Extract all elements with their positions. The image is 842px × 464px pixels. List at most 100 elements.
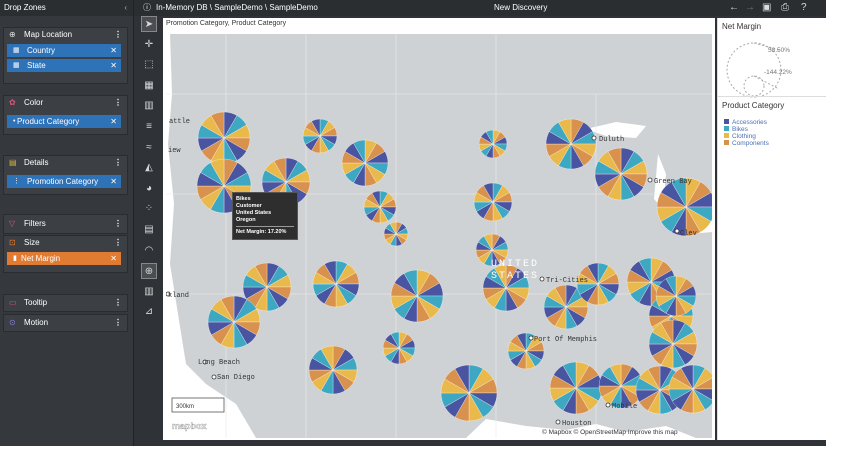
city-dot [211,374,217,380]
pie-marker[interactable] [594,147,648,201]
close-icon[interactable]: ✕ [110,252,117,265]
section-details: ▤ Details ⋮ ⋮ Promotion Category ✕ [3,155,128,195]
legend-item[interactable]: Accessories [724,119,767,126]
pie-marker[interactable] [308,345,358,395]
city-label: Houston [562,420,591,428]
section-label: Size [24,238,40,247]
pie-marker[interactable] [440,364,498,422]
gauge-icon[interactable]: ◠ [141,243,157,259]
line-chart-icon[interactable]: ≈ [141,140,157,156]
field-pill-promotion-category[interactable]: ⋮ Promotion Category ✕ [7,175,121,188]
legend-item[interactable]: Components [724,140,769,147]
drop-zones-header: Drop Zones ‹ [0,0,133,16]
close-icon[interactable]: ✕ [110,59,117,72]
size-circle-min [743,75,765,97]
attribution[interactable]: © Mapbox © OpenStreetMap Improve this ma… [542,428,678,436]
grid-icon[interactable]: ▦ [141,78,157,94]
pie-marker[interactable] [341,139,389,187]
section-title: ⊕ Map Location ⋮ [4,28,127,42]
section-title: ⊙ Motion ⋮ [4,315,127,331]
more-icon[interactable]: ⋮ [114,156,122,170]
page-title: New Discovery [494,3,548,12]
breadcrumb: In-Memory DB \ SampleDemo \ SampleDemo [156,3,318,12]
select-tool-icon[interactable]: ➤ [141,16,157,32]
more-icon[interactable]: ⋮ [114,315,122,331]
more-icon[interactable]: ⋮ [114,96,122,110]
redo-icon[interactable]: → [745,0,755,16]
section-tooltip: ▭ Tooltip ⋮ [3,294,128,312]
pie-marker[interactable] [363,190,397,224]
field-pill-net-margin[interactable]: ▮ Net Margin ✕ [7,252,121,265]
scatter-icon[interactable]: ⁘ [141,201,157,217]
more-icon[interactable]: ⋮ [114,215,122,233]
city-label: San Diego [217,374,255,382]
city-dot [539,276,545,282]
pie-tooltip: Bikes Customer United States Oregon Net … [232,192,298,240]
undo-icon[interactable]: ← [729,0,739,16]
drop-zones-title: Drop Zones [4,3,46,12]
city-dot [605,402,611,408]
legend-label: Accessories [732,119,768,126]
city-dot [674,228,680,234]
pie-marker[interactable] [382,331,416,365]
pie-marker[interactable] [312,260,360,308]
pie-marker[interactable] [473,182,513,222]
field-pill-product-category[interactable]: • Product Category ✕ [7,115,121,128]
pie-marker[interactable] [207,295,261,349]
close-icon[interactable]: ✕ [110,175,117,188]
city-label: Mobile [612,403,637,411]
help-icon[interactable]: ? [801,0,807,16]
tooltip-measure-value: 17.20% [267,229,287,235]
section-title: ▤ Details ⋮ [4,156,127,170]
city-label: Port Of Memphis [534,336,597,344]
bar-chart-icon[interactable]: ≡ [141,119,157,135]
play-icon: ⊙ [9,318,16,327]
print-icon[interactable]: ⎙ [781,0,789,16]
analytics-icon[interactable]: ⊿ [141,304,157,320]
pie-marker[interactable] [197,111,251,165]
close-icon[interactable]: ✕ [110,115,117,128]
tooltip-country: United States [236,210,272,216]
pie-marker[interactable] [302,118,338,154]
close-icon[interactable]: ✕ [110,44,117,57]
pie-marker[interactable] [549,361,603,415]
chevron-left-icon[interactable]: ‹ [124,0,127,16]
lasso-tool-icon[interactable]: ⬚ [141,57,157,73]
pill-label: Net Margin [21,254,61,263]
pie-marker[interactable] [545,118,597,170]
swatch [724,140,729,145]
field-pill-country[interactable]: ⚲ ▦ Country ✕ [7,44,121,57]
city-dot [647,177,653,183]
legend-panel: Net Margin 58.50% -144.22% Product Categ… [717,18,827,440]
pie-marker[interactable] [648,319,698,369]
info-icon[interactable]: ⓘ [143,0,151,16]
column-chart-icon[interactable]: ▥ [141,98,157,114]
hierarchy-icon: ⋮ [13,178,20,185]
city-dot [591,135,597,141]
pie-marker[interactable] [656,177,712,237]
tooltip-measure-label: Net Margin: [236,229,267,235]
save-icon[interactable]: ▣ [762,0,771,16]
more-icon[interactable]: ⋮ [114,28,122,42]
pie-marker[interactable] [390,269,444,323]
more-icon[interactable]: ⋮ [114,236,122,250]
area-chart-icon[interactable]: ◭ [141,160,157,176]
legend-item[interactable]: Clothing [724,133,756,140]
legend-item[interactable]: Bikes [724,126,748,133]
top-bar: ⓘ In-Memory DB \ SampleDemo \ SampleDemo… [134,0,826,16]
size-icon: ⊡ [9,238,16,247]
pie-marker[interactable] [478,129,508,159]
map-icon[interactable]: ⊕ [141,263,157,280]
pie-chart-icon[interactable]: ◕ [141,181,157,197]
field-pill-state[interactable]: ⚲ ▦ State ✕ [7,59,121,72]
stacked-chart-icon[interactable]: ▤ [141,222,157,238]
pie-marker[interactable] [655,275,697,317]
table-icon[interactable]: ▥ [141,284,157,300]
pill-label: State [27,61,46,70]
filter-icon: ▽ [9,219,16,228]
section-color: ✿ Color ⋮ • Product Category ✕ [3,95,128,135]
pill-label: Country [27,46,56,55]
pie-marker[interactable] [383,221,409,247]
crosshair-tool-icon[interactable]: ✛ [141,37,157,53]
more-icon[interactable]: ⋮ [114,295,122,311]
